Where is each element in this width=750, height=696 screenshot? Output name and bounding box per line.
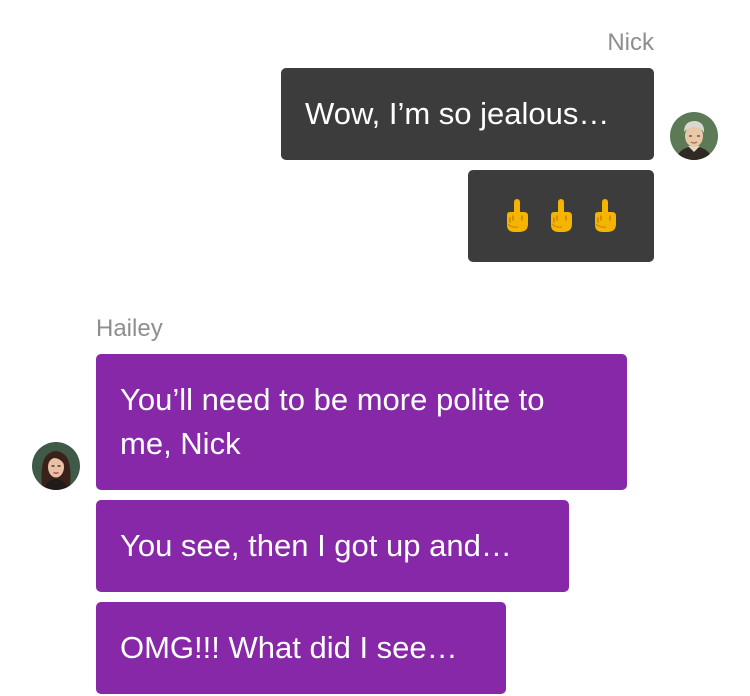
hailey-avatar[interactable]	[32, 442, 80, 490]
message-text: Wow, I’m so jealous…	[305, 96, 610, 131]
message-text: You’ll need to be more polite to me, Nic…	[120, 382, 545, 461]
middle-finger-icon	[507, 199, 528, 232]
message-bubble[interactable]: You’ll need to be more polite to me, Nic…	[96, 354, 627, 490]
avatar-image	[670, 112, 718, 160]
message-bubble[interactable]: OMG!!! What did I see…	[96, 602, 506, 694]
message-text: OMG!!! What did I see…	[120, 630, 458, 665]
message-bubble[interactable]: You see, then I got up and…	[96, 500, 569, 592]
message-text: You see, then I got up and…	[120, 528, 512, 563]
middle-finger-icon	[595, 199, 616, 232]
avatar-image	[32, 442, 80, 490]
sender-name-nick: Nick	[607, 29, 654, 56]
middle-finger-icon	[551, 199, 572, 232]
emoji-message-bubble[interactable]	[468, 170, 654, 262]
message-bubble[interactable]: Wow, I’m so jealous…	[281, 68, 654, 160]
nick-avatar[interactable]	[670, 112, 718, 160]
sender-name-hailey: Hailey	[96, 315, 163, 342]
